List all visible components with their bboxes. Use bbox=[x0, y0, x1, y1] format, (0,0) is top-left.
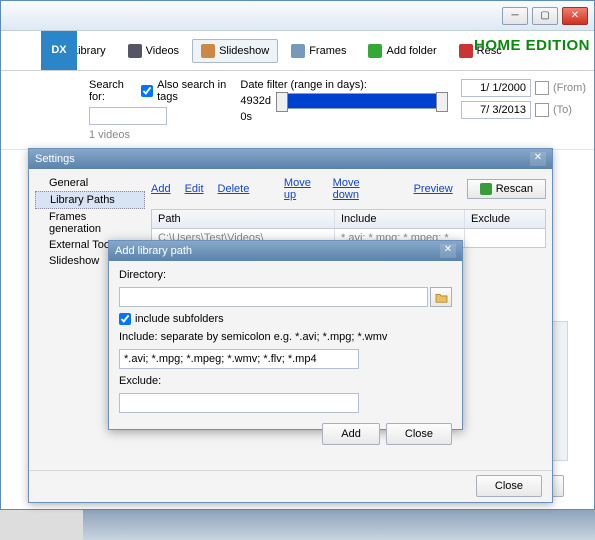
date-to-input[interactable] bbox=[461, 101, 531, 119]
settings-title: Settings bbox=[35, 153, 75, 165]
minimize-button[interactable]: ─ bbox=[502, 7, 528, 25]
browse-button[interactable] bbox=[430, 287, 452, 307]
settings-close-icon[interactable]: ✕ bbox=[530, 152, 546, 166]
window-close-button[interactable]: ✕ bbox=[562, 7, 588, 25]
search-input[interactable] bbox=[89, 107, 167, 125]
addlib-close-button[interactable]: Close bbox=[386, 423, 452, 445]
folder-icon bbox=[435, 292, 448, 303]
exclude-label: Exclude: bbox=[119, 375, 452, 387]
slideshow-icon bbox=[201, 44, 215, 58]
movedown-link[interactable]: Move down bbox=[333, 177, 379, 201]
add-folder-icon bbox=[368, 44, 382, 58]
directory-label: Directory: bbox=[119, 269, 452, 281]
search-row: Search for: Also search in tags 1 videos… bbox=[1, 71, 594, 150]
rescan-icon bbox=[459, 44, 473, 58]
app-logo[interactable]: DX bbox=[41, 31, 77, 70]
date-filter-label: Date filter (range in days): bbox=[240, 79, 447, 91]
tree-general[interactable]: General bbox=[35, 175, 145, 191]
title-bar: ─ ▢ ✕ bbox=[1, 1, 594, 31]
include-label: Include: separate by semicolon e.g. *.av… bbox=[119, 331, 452, 343]
add-library-dialog: Add library path ✕ Directory: include su… bbox=[108, 240, 463, 430]
exclude-header[interactable]: Exclude bbox=[465, 210, 545, 228]
frames-button[interactable]: Frames bbox=[282, 39, 355, 63]
date-from-input[interactable] bbox=[461, 79, 531, 97]
also-tags-checkbox[interactable]: Also search in tags bbox=[141, 79, 226, 103]
scrollbar[interactable] bbox=[552, 321, 568, 461]
slideshow-button[interactable]: Slideshow bbox=[192, 39, 278, 63]
home-edition-label: HOME EDITION bbox=[474, 37, 590, 54]
addlib-title-bar: Add library path ✕ bbox=[109, 241, 462, 261]
moveup-link[interactable]: Move up bbox=[284, 177, 319, 201]
rescan-icon bbox=[480, 183, 492, 195]
settings-close-button[interactable]: Close bbox=[476, 475, 542, 497]
calendar-icon[interactable] bbox=[535, 103, 549, 117]
video-count: 1 videos bbox=[89, 129, 226, 141]
include-subfolders-checkbox[interactable]: include subfolders bbox=[119, 313, 452, 325]
include-input[interactable] bbox=[119, 349, 359, 369]
from-label: (From) bbox=[553, 82, 586, 94]
add-folder-button[interactable]: Add folder bbox=[359, 39, 445, 63]
addlib-add-button[interactable]: Add bbox=[322, 423, 380, 445]
settings-title-bar: Settings ✕ bbox=[29, 149, 552, 169]
exclude-input[interactable] bbox=[119, 393, 359, 413]
addlib-title: Add library path bbox=[115, 245, 192, 257]
videos-icon bbox=[128, 44, 142, 58]
videos-button[interactable]: Videos bbox=[119, 39, 188, 63]
calendar-icon[interactable] bbox=[535, 81, 549, 95]
background-image-bottom bbox=[83, 508, 595, 540]
date-range-slider[interactable] bbox=[277, 93, 447, 109]
directory-input[interactable] bbox=[119, 287, 428, 307]
preview-link[interactable]: Preview bbox=[414, 183, 453, 195]
min-days: 0s bbox=[240, 111, 447, 123]
search-label: Search for: bbox=[89, 79, 131, 103]
delete-link[interactable]: Delete bbox=[218, 183, 250, 195]
tree-frames-generation[interactable]: Frames generation bbox=[35, 209, 145, 237]
max-days: 4932d bbox=[240, 95, 271, 107]
to-label: (To) bbox=[553, 104, 572, 116]
include-header[interactable]: Include bbox=[335, 210, 465, 228]
tree-library-paths[interactable]: Library Paths bbox=[35, 191, 145, 209]
settings-rescan-button[interactable]: Rescan bbox=[467, 179, 546, 199]
path-header[interactable]: Path bbox=[152, 210, 335, 228]
add-link[interactable]: Add bbox=[151, 183, 171, 195]
maximize-button[interactable]: ▢ bbox=[532, 7, 558, 25]
edit-link[interactable]: Edit bbox=[185, 183, 204, 195]
addlib-close-icon[interactable]: ✕ bbox=[440, 244, 456, 258]
frames-icon bbox=[291, 44, 305, 58]
